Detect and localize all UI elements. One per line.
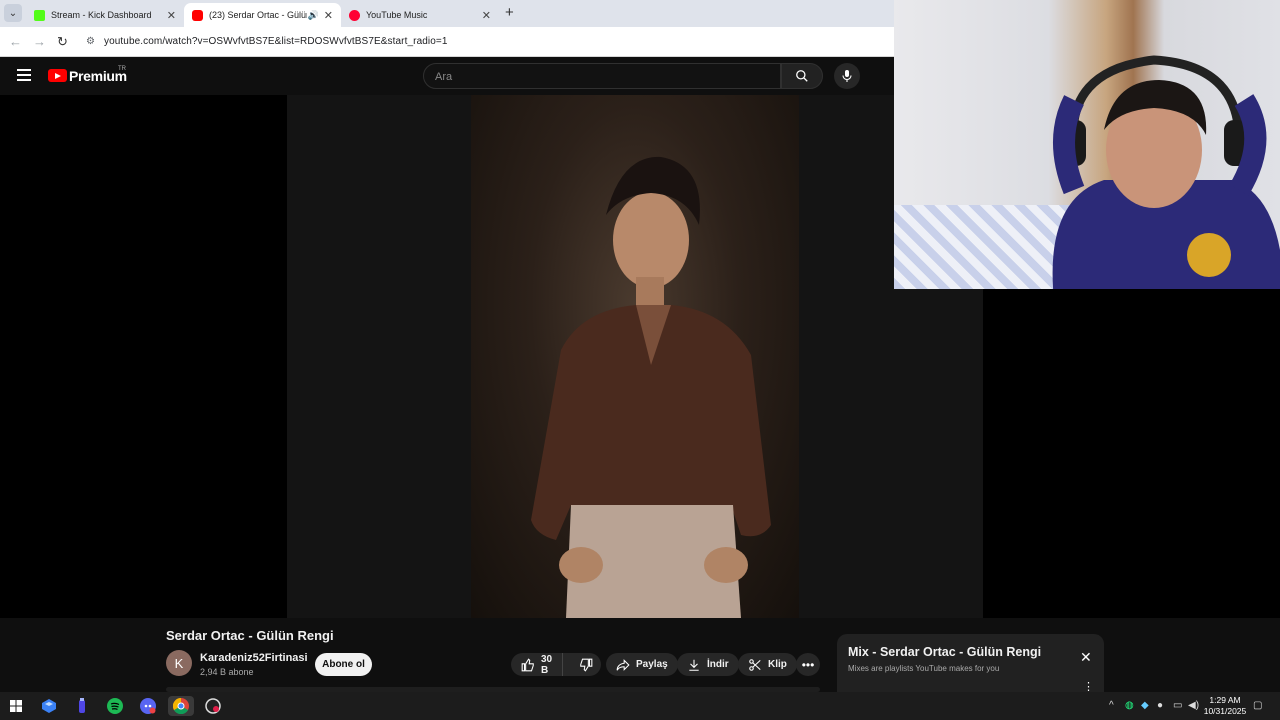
youtube-icon [192, 9, 203, 21]
mix-title[interactable]: Mix - Serdar Ortac - Gülün Rengi [848, 645, 1041, 659]
tab-title: Stream - Kick Dashboard [51, 10, 152, 20]
tab-kick-dashboard[interactable]: Stream - Kick Dashboard ✕ [26, 3, 184, 27]
obs-record-icon [205, 698, 221, 714]
mix-playlist-panel: Mix - Serdar Ortac - Gülün Rengi Mixes a… [837, 634, 1104, 700]
app-cube-icon [42, 699, 56, 713]
channel-avatar[interactable]: K [166, 650, 192, 676]
mix-subtitle: Mixes are playlists YouTube makes for yo… [848, 664, 1000, 673]
chevron-up-icon[interactable]: ^ [1109, 700, 1114, 711]
webcam-overlay [894, 0, 1280, 289]
close-icon[interactable]: ✕ [1080, 649, 1092, 666]
taskbar-app-1[interactable] [39, 696, 59, 716]
clock-date: 10/31/2025 [1203, 706, 1247, 716]
like-dislike-group: 30 B [511, 653, 601, 676]
tab-youtube-video[interactable]: (23) Serdar Ortac - Gülün Re 🔊 ✕ [184, 3, 341, 27]
thumbs-down-icon [580, 658, 593, 672]
screen: ⌄ Stream - Kick Dashboard ✕ (23) Serdar … [0, 0, 1280, 720]
speaker-icon[interactable]: 🔊 [308, 10, 319, 21]
clip-label: Klip [768, 659, 787, 670]
windows-taskbar: ^ ◍ ◆ ● ▭ ◀) 1:29 AM 10/31/2025 ▢ [0, 692, 1280, 720]
discord-icon [140, 698, 156, 714]
thumbs-up-icon [521, 657, 534, 671]
clip-button[interactable]: Klip [738, 653, 797, 676]
share-label: Paylaş [636, 659, 668, 670]
more-actions-button[interactable]: ••• [796, 653, 820, 676]
subscriber-count: 2,94 B abone [200, 667, 254, 677]
spotify-icon [107, 698, 123, 714]
search-button[interactable] [781, 63, 823, 89]
menu-icon[interactable] [17, 69, 31, 81]
forward-icon[interactable]: → [33, 34, 46, 49]
volume-icon[interactable]: ◀) [1188, 700, 1199, 711]
download-icon [689, 659, 699, 671]
close-icon[interactable]: ✕ [324, 9, 333, 22]
system-clock[interactable]: 1:29 AM 10/31/2025 [1201, 695, 1249, 717]
video-frame-artwork [471, 95, 799, 618]
chevron-down-icon: ⌄ [8, 7, 18, 19]
app-bottle-icon [79, 698, 85, 713]
tray-steam-icon[interactable]: ◆ [1141, 700, 1149, 711]
share-button[interactable]: Paylaş [606, 653, 678, 676]
chrome-button[interactable] [168, 696, 194, 716]
channel-name[interactable]: Karadeniz52Firtinasi [200, 652, 308, 664]
network-icon[interactable]: ▭ [1173, 700, 1182, 711]
search-input[interactable]: Ara [423, 63, 781, 89]
new-tab-button[interactable]: + [505, 4, 514, 21]
youtube-header: Premium TR Ara [0, 57, 894, 95]
streamer-image [1052, 55, 1280, 289]
obs-button[interactable] [203, 696, 223, 716]
download-label: İndir [707, 659, 729, 670]
tab-title: YouTube Music [366, 10, 428, 20]
url-field[interactable]: youtube.com/watch?v=OSWvfvtBS7E&list=RDO… [104, 36, 447, 47]
video-title: Serdar Ortac - Gülün Rengi [166, 628, 334, 643]
tab-search-button[interactable]: ⌄ [4, 4, 22, 22]
address-bar: ← → ↻ ⚙ youtube.com/watch?v=OSWvfvtBS7E&… [0, 27, 894, 57]
region-code: TR [118, 66, 126, 72]
more-horizontal-icon: ••• [801, 657, 815, 672]
microphone-tray-icon[interactable]: ● [1157, 700, 1163, 711]
windows-logo-icon [10, 700, 22, 712]
tab-title: (23) Serdar Ortac - Gülün Re [209, 10, 307, 20]
clock-time: 1:29 AM [1209, 695, 1241, 705]
voice-search-button[interactable] [834, 63, 860, 89]
discord-button[interactable] [138, 696, 158, 716]
download-button[interactable]: İndir [677, 653, 739, 676]
share-icon [616, 658, 630, 671]
tray-app-icon[interactable]: ◍ [1125, 700, 1134, 711]
dislike-button[interactable] [569, 653, 603, 676]
browser-tab-bar: ⌄ Stream - Kick Dashboard ✕ (23) Serdar … [0, 0, 894, 27]
tab-youtube-music[interactable]: YouTube Music ✕ [341, 3, 499, 27]
taskbar-app-2[interactable] [72, 696, 92, 716]
video-black-area [983, 289, 1280, 618]
reload-icon[interactable]: ↻ [57, 34, 68, 50]
spotify-button[interactable] [105, 696, 125, 716]
search-placeholder: Ara [435, 71, 453, 83]
notification-icon[interactable]: ▢ [1253, 700, 1262, 711]
youtube-logo-icon[interactable] [48, 69, 67, 82]
kick-icon [34, 9, 45, 21]
youtube-music-icon [349, 9, 360, 21]
scissors-icon [749, 658, 761, 671]
subscribe-button[interactable]: Abone ol [315, 653, 372, 676]
like-count: 30 B [541, 653, 553, 676]
microphone-icon [842, 70, 852, 82]
start-button[interactable] [6, 696, 26, 716]
chrome-icon [173, 698, 189, 714]
site-info-icon[interactable]: ⚙ [86, 36, 95, 47]
like-button[interactable]: 30 B [511, 653, 564, 676]
search-icon [796, 70, 808, 82]
close-icon[interactable]: ✕ [482, 9, 491, 22]
singer-portrait-image [531, 156, 771, 618]
back-icon[interactable]: ← [9, 34, 22, 49]
close-icon[interactable]: ✕ [167, 9, 176, 22]
